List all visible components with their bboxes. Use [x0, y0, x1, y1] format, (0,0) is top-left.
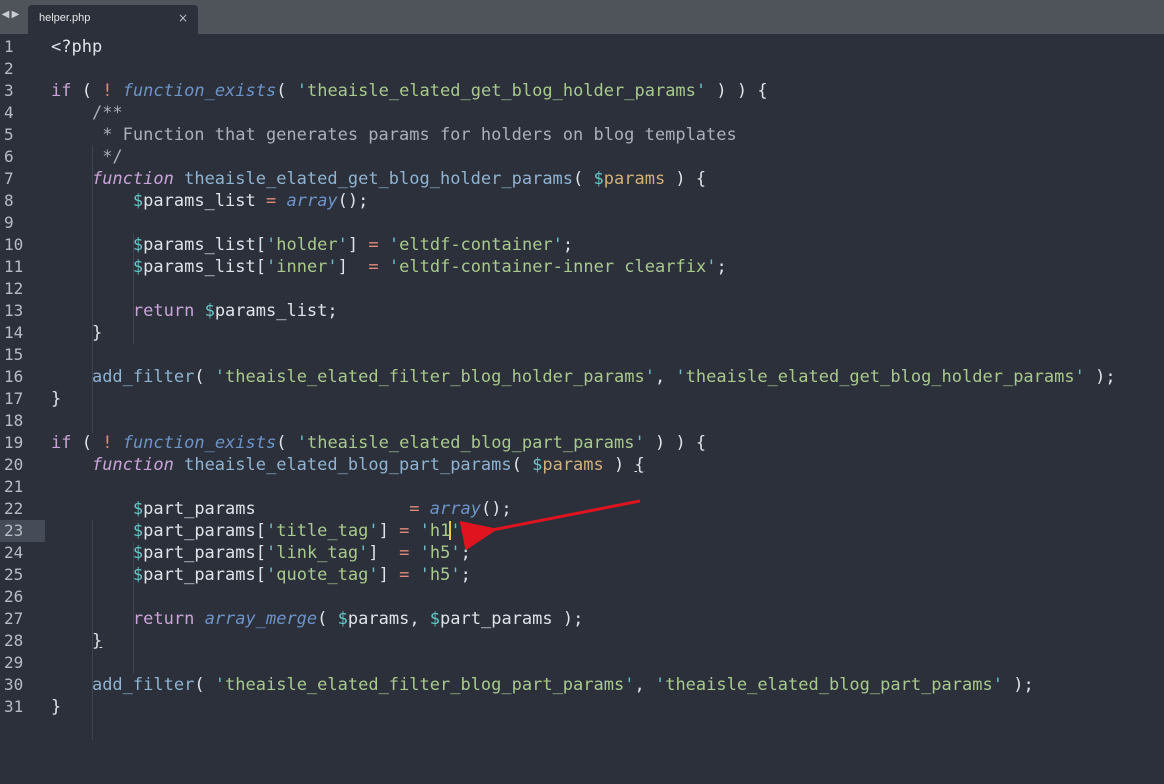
annotation-arrow	[459, 499, 641, 551]
